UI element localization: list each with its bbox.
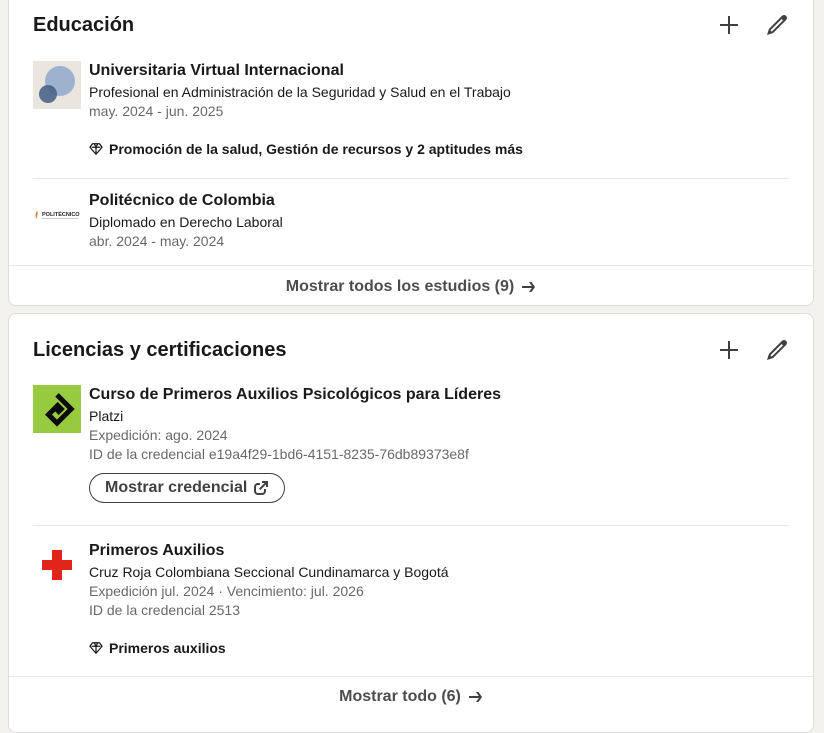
show-all-label: Mostrar todo (6) [339,688,461,705]
license-name: Primeros Auxilios [89,542,225,559]
show-all-label: Mostrar todos los estudios (9) [285,278,515,295]
degree: Profesional en Administración de la Segu… [89,84,511,100]
svg-text:POLITÉCNICO: POLITÉCNICO [42,210,80,218]
issue-date: Expedición jul. 2024 · Vencimiento: jul.… [89,583,364,599]
plus-icon [720,16,738,34]
edit-license-button[interactable] [761,334,793,366]
license-name: Curso de Primeros Auxilios Psicológicos … [89,386,501,403]
footer-divider [9,265,813,266]
skills-text: Primeros auxilios [109,640,226,656]
credential-id: ID de la credencial e19a4f29-1bd6-4151-8… [89,446,469,462]
external-link-icon [254,481,269,495]
show-all-licenses-link[interactable]: Mostrar todo (6) [9,686,813,708]
item-divider [33,178,789,179]
arrow-right-icon [468,692,482,702]
pencil-icon [767,340,787,360]
show-all-education-link[interactable]: Mostrar todos los estudios (9) [9,276,813,298]
dates: abr. 2024 - may. 2024 [89,233,225,249]
education-item[interactable]: Universitaria Virtual Internacional Prof… [33,61,789,161]
arrow-right-icon [522,282,536,292]
education-item[interactable]: POLITÉCNICO Politécnico de Colombia Dipl… [33,191,789,251]
diamond-icon [89,143,103,155]
add-education-button[interactable] [713,9,745,41]
education-section: Educación Universitaria Virtual Internac… [8,0,814,306]
platzi-logo [33,385,81,433]
school-name: Politécnico de Colombia [89,192,275,209]
add-license-button[interactable] [713,334,745,366]
license-item[interactable]: Primeros Auxilios Cruz Roja Colombiana S… [33,541,789,661]
dates: may. 2024 - jun. 2025 [89,103,224,119]
plus-icon [720,341,738,359]
credential-id: ID de la credencial 2513 [89,602,240,618]
skills-row[interactable]: Primeros auxilios [89,638,789,658]
degree: Diplomado en Derecho Laboral [89,214,283,230]
skills-row[interactable]: Promoción de la salud, Gestión de recurs… [89,139,789,159]
item-divider [33,525,789,526]
uvi-logo [33,61,81,109]
license-item[interactable]: Curso de Primeros Auxilios Psicológicos … [33,385,789,510]
school-name: Universitaria Virtual Internacional [89,62,344,79]
licenses-title: Licencias y certificaciones [33,339,287,361]
politecnico-logo: POLITÉCNICO [33,191,81,239]
issuer: Platzi [89,408,124,424]
education-title: Educación [33,14,135,36]
issuer: Cruz Roja Colombiana Seccional Cundinama… [89,564,449,580]
show-credential-button[interactable]: Mostrar credencial [89,473,286,503]
footer-divider [9,676,813,677]
edit-education-button[interactable] [761,9,793,41]
licenses-section: Licencias y certificaciones Curso de Pri… [8,313,814,733]
red-cross-logo [33,541,81,589]
show-credential-label: Mostrar credencial [105,479,248,496]
diamond-icon [89,642,103,654]
skills-text: Promoción de la salud, Gestión de recurs… [109,141,523,157]
pencil-icon [767,15,787,36]
issue-date: Expedición: ago. 2024 [89,427,228,443]
